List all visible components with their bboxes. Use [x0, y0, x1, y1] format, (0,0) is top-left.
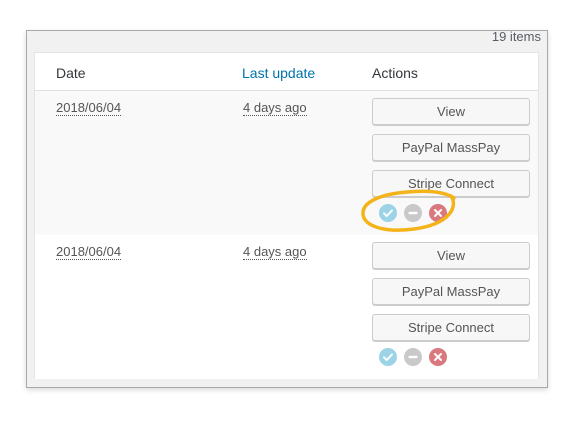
view-button[interactable]: View: [372, 242, 530, 269]
paypal-masspay-button[interactable]: PayPal MassPay: [372, 134, 530, 161]
stripe-connect-button[interactable]: Stripe Connect: [372, 170, 530, 197]
approve-icon[interactable]: [379, 204, 397, 222]
payouts-table: Date Last update Actions 2018/06/04 4 da…: [34, 52, 539, 379]
stripe-connect-button[interactable]: Stripe Connect: [372, 314, 530, 341]
view-button[interactable]: View: [372, 98, 530, 125]
date-cell: 2018/06/04: [56, 100, 122, 116]
column-header-actions: Actions: [372, 65, 418, 81]
date-cell: 2018/06/04: [56, 244, 122, 260]
items-count: 19 items: [491, 30, 541, 44]
table-row: 2018/06/04 4 days ago View PayPal MassPa…: [35, 235, 538, 379]
column-header-date: Date: [56, 65, 86, 81]
table-header: Date Last update Actions: [35, 53, 538, 91]
column-header-last-update[interactable]: Last update: [242, 65, 315, 81]
table-row: 2018/06/04 4 days ago View PayPal MassPa…: [35, 91, 538, 235]
reject-icon[interactable]: [429, 348, 447, 366]
reject-icon[interactable]: [429, 204, 447, 222]
pause-icon[interactable]: [404, 204, 422, 222]
approve-icon[interactable]: [379, 348, 397, 366]
last-update-cell: 4 days ago: [243, 244, 307, 260]
screenshot-frame: 19 items Date Last update Actions 2018/0…: [26, 30, 548, 388]
paypal-masspay-button[interactable]: PayPal MassPay: [372, 278, 530, 305]
pause-icon[interactable]: [404, 348, 422, 366]
last-update-cell: 4 days ago: [243, 100, 307, 116]
